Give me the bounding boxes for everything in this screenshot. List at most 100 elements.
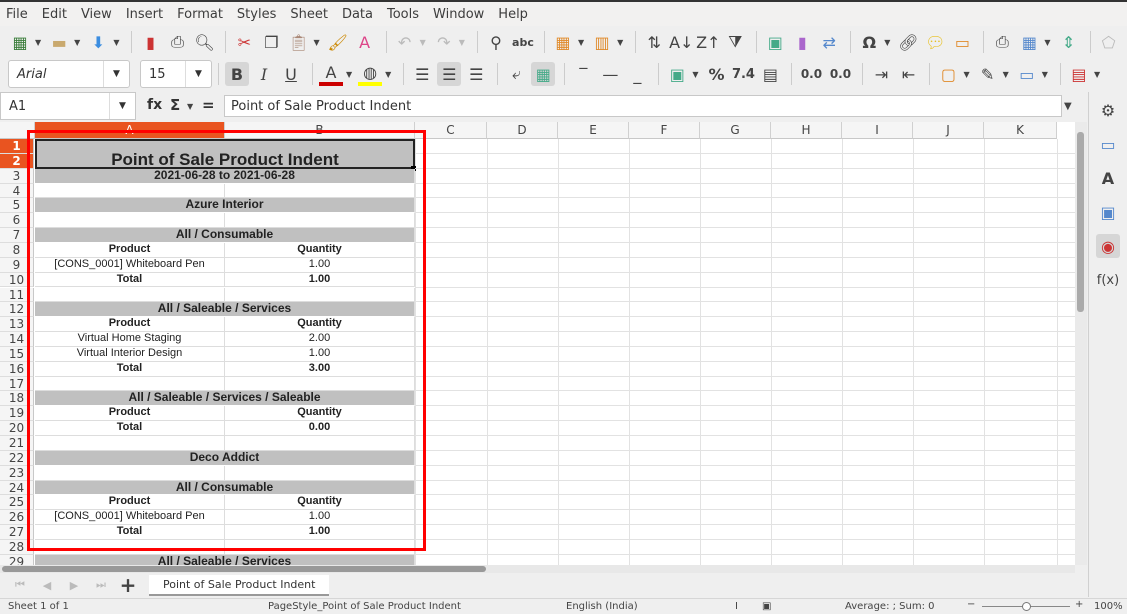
sheet-tab[interactable]: Point of Sale Product Indent	[149, 574, 330, 596]
row-header-3[interactable]: 3	[0, 168, 34, 184]
copy-icon[interactable]: ❐	[259, 30, 283, 54]
row-header-1[interactable]: 1	[0, 139, 34, 154]
dropdown-arrow-icon[interactable]: ▼	[346, 70, 352, 79]
open-folder-icon[interactable]: ▬	[47, 30, 71, 54]
cell-b26[interactable]: 1.00	[225, 510, 415, 526]
save-icon[interactable]: ⬇	[86, 30, 110, 54]
column-header-g[interactable]: G	[700, 122, 771, 139]
column-header-e[interactable]: E	[558, 122, 629, 139]
align-center-icon[interactable]: ☰	[437, 62, 462, 86]
row-header-10[interactable]: 10	[0, 272, 34, 288]
cell-b21[interactable]	[225, 436, 415, 451]
dropdown-arrow-icon[interactable]: ▼	[963, 70, 969, 79]
previous-sheet-icon[interactable]: ◀	[35, 573, 59, 597]
decrease-indent-icon[interactable]: ⇤	[896, 62, 920, 86]
column-icon[interactable]: ▥	[590, 30, 614, 54]
print-icon[interactable]: ⎙	[165, 30, 189, 54]
underline-icon[interactable]: U	[279, 62, 303, 86]
cell-a26[interactable]: [CONS_0001] Whiteboard Pen	[35, 510, 225, 526]
navigator-icon[interactable]: ◉	[1096, 234, 1120, 258]
cell-a16[interactable]: Total	[35, 361, 225, 377]
row-header-17[interactable]: 17	[0, 376, 34, 392]
row-header-18[interactable]: 18	[0, 391, 34, 407]
comment-icon[interactable]: 💬︎	[923, 30, 947, 54]
paste-icon[interactable]: 📋︎	[286, 30, 310, 54]
cell-a11[interactable]	[35, 287, 225, 303]
zoom-out-icon[interactable]: −	[967, 599, 975, 610]
row-header-23[interactable]: 23	[0, 465, 34, 481]
increase-indent-icon[interactable]: ⇥	[869, 62, 893, 86]
cell-b11[interactable]	[225, 287, 415, 303]
dropdown-arrow-icon[interactable]: ▼	[35, 38, 41, 47]
cell-a20[interactable]: Total	[35, 421, 225, 436]
dropdown-arrow-icon[interactable]: ▼	[113, 38, 119, 47]
dropdown-arrow-icon[interactable]: ▼	[385, 70, 391, 79]
cell-b6[interactable]	[225, 213, 415, 229]
row-header-9[interactable]: 9	[0, 257, 34, 273]
wrap-text-icon[interactable]: ⤶	[504, 62, 528, 86]
dropdown-arrow-icon[interactable]: ▼	[1042, 70, 1048, 79]
row-header-19[interactable]: 19	[0, 406, 34, 422]
dropdown-arrow-icon[interactable]: ▼	[692, 70, 698, 79]
vertical-scrollbar[interactable]	[1075, 122, 1087, 565]
spreadsheet-grid[interactable]: A B C D E F G H I J K 1 Point of Sale Product Indent…	[0, 122, 1075, 565]
clear-formatting-icon[interactable]: A	[353, 30, 377, 54]
cell-a23[interactable]	[35, 465, 225, 481]
menu-sheet[interactable]: Sheet	[290, 7, 328, 22]
row-header-29[interactable]: 29	[0, 554, 34, 565]
freeze-rows-columns-icon[interactable]: ▦	[1017, 30, 1041, 54]
align-top-icon[interactable]: ‾	[571, 62, 595, 86]
row-header-22[interactable]: 22	[0, 450, 34, 466]
section-header-cell[interactable]: All / Consumable	[35, 228, 415, 243]
cell-a13[interactable]: Product	[35, 317, 225, 333]
zoom-level[interactable]: 100%	[1094, 601, 1123, 612]
row-header-6[interactable]: 6	[0, 213, 34, 229]
cell-b15[interactable]: 1.00	[225, 346, 415, 362]
row-header-14[interactable]: 14	[0, 332, 34, 347]
dropdown-arrow-icon[interactable]: ▼	[459, 38, 465, 47]
export-pdf-icon[interactable]: ▮	[138, 30, 162, 54]
section-header-cell[interactable]: All / Consumable	[35, 480, 415, 496]
cell-b8[interactable]: Quantity	[225, 242, 415, 258]
column-header-h[interactable]: H	[771, 122, 842, 139]
italic-icon[interactable]: I	[252, 62, 276, 86]
insert-image-icon[interactable]: ▣	[763, 30, 787, 54]
gallery-icon[interactable]: ▣	[1096, 200, 1120, 224]
menu-insert[interactable]: Insert	[126, 7, 163, 22]
add-decimal-icon[interactable]: 0.0	[798, 62, 824, 86]
first-sheet-icon[interactable]: ⏮	[8, 573, 32, 597]
cell-a6[interactable]	[35, 213, 225, 229]
cell-b27[interactable]: 1.00	[225, 525, 415, 540]
dropdown-arrow-icon[interactable]: ▼	[187, 102, 193, 111]
conditional-format-icon[interactable]: ▤	[1067, 62, 1091, 86]
chevron-down-icon[interactable]: ▼	[185, 61, 211, 87]
cell-a4[interactable]	[35, 183, 225, 199]
row-header-28[interactable]: 28	[0, 539, 34, 555]
sort-icon[interactable]: ⇅	[642, 30, 666, 54]
cell-b4[interactable]	[225, 183, 415, 199]
menu-data[interactable]: Data	[342, 7, 373, 22]
row-header-24[interactable]: 24	[0, 480, 34, 496]
menu-help[interactable]: Help	[498, 7, 528, 22]
chevron-down-icon[interactable]: ▼	[103, 61, 129, 87]
section-header-cell[interactable]: Azure Interior	[35, 198, 415, 214]
dropdown-arrow-icon[interactable]: ▼	[1094, 70, 1100, 79]
header-footer-icon[interactable]: ▭	[950, 30, 974, 54]
number-format-icon[interactable]: 7.4	[731, 62, 755, 86]
clone-formatting-icon[interactable]: 🖌︎	[326, 30, 350, 54]
find-replace-icon[interactable]: ⚲	[484, 30, 508, 54]
menu-view[interactable]: View	[81, 7, 112, 22]
column-header-d[interactable]: D	[487, 122, 558, 139]
dropdown-arrow-icon[interactable]: ▼	[313, 38, 319, 47]
zoom-slider-handle[interactable]	[1022, 602, 1031, 611]
cell-b9[interactable]: 1.00	[225, 257, 415, 273]
row-header-7[interactable]: 7	[0, 228, 34, 243]
font-color-icon[interactable]: A	[319, 62, 343, 86]
new-spreadsheet-icon[interactable]: ▦	[8, 30, 32, 54]
cell-b10[interactable]: 1.00	[225, 272, 415, 288]
row-header-25[interactable]: 25	[0, 495, 34, 511]
row-header-8[interactable]: 8	[0, 242, 34, 258]
menu-window[interactable]: Window	[433, 7, 484, 22]
chevron-down-icon[interactable]: ▼	[109, 93, 135, 119]
cell-a10[interactable]: Total	[35, 272, 225, 288]
